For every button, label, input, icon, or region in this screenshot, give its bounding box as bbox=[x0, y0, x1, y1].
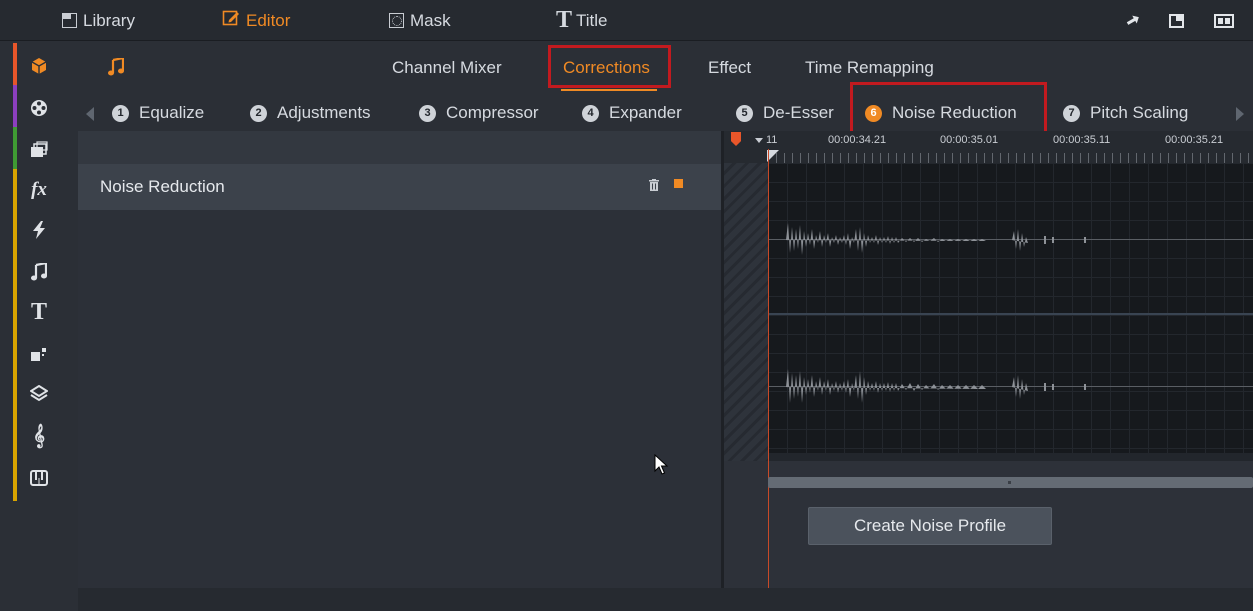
tab-mask-label: Mask bbox=[410, 10, 451, 30]
left-toolbar: fx T 𝄞 bbox=[0, 41, 78, 611]
audio-waveform bbox=[768, 223, 1253, 403]
subtab-corrections[interactable]: Corrections bbox=[563, 58, 650, 78]
channel-separator bbox=[768, 313, 1253, 315]
top-tab-bar: Library Editor Mask T Title bbox=[0, 0, 1253, 41]
clips-stack-icon[interactable] bbox=[26, 137, 52, 163]
create-noise-profile-button[interactable]: Create Noise Profile bbox=[808, 507, 1052, 545]
app-window: Library Editor Mask T Title fx T 𝄞 Chann… bbox=[0, 0, 1253, 611]
step-label: Adjustments bbox=[277, 103, 371, 122]
step-number-badge: 6 bbox=[865, 104, 882, 122]
mouse-cursor-icon bbox=[654, 453, 670, 481]
piano-keys-icon[interactable] bbox=[26, 465, 52, 491]
pre-roll-hatch bbox=[724, 163, 768, 461]
tab-library-label: Library bbox=[83, 10, 135, 30]
step-compressor[interactable]: 3 Compressor bbox=[419, 95, 539, 131]
scroll-right-arrow-icon[interactable] bbox=[1236, 107, 1244, 121]
film-reel-icon[interactable] bbox=[26, 95, 52, 121]
fx-icon[interactable]: fx bbox=[26, 177, 52, 203]
step-adjustments[interactable]: 2 Adjustments bbox=[250, 95, 371, 131]
step-number-badge: 4 bbox=[582, 104, 599, 122]
subtab-channel-mixer[interactable]: Channel Mixer bbox=[392, 58, 502, 78]
title-T-icon: T bbox=[556, 7, 573, 33]
pixel-shapes-icon[interactable] bbox=[26, 341, 52, 367]
tab-mask[interactable]: Mask bbox=[389, 0, 451, 41]
correction-steps: 1 Equalize 2 Adjustments 3 Compressor 4 … bbox=[78, 95, 1253, 131]
subtab-time-remapping[interactable]: Time Remapping bbox=[805, 58, 934, 78]
playhead-line[interactable] bbox=[768, 149, 769, 611]
timecode-label: 00:00:34.21 bbox=[828, 134, 887, 146]
step-equalize[interactable]: 1 Equalize bbox=[112, 95, 204, 131]
category-stripe-yellow bbox=[13, 169, 17, 501]
list-icon bbox=[62, 13, 77, 28]
lightning-icon[interactable] bbox=[26, 217, 52, 243]
bottom-status-strip bbox=[78, 588, 1253, 611]
swap-icon[interactable] bbox=[1124, 0, 1142, 41]
timeline-scrollbar[interactable] bbox=[768, 477, 1253, 488]
tab-library[interactable]: Library bbox=[62, 0, 135, 41]
step-expander[interactable]: 4 Expander bbox=[582, 95, 682, 131]
effect-row[interactable]: Noise Reduction bbox=[78, 164, 721, 210]
effect-active-indicator[interactable] bbox=[674, 179, 683, 188]
dropdown-triangle-icon[interactable] bbox=[755, 138, 763, 143]
panel-header-band bbox=[78, 131, 721, 164]
step-number-badge: 5 bbox=[736, 104, 753, 122]
edit-icon bbox=[222, 9, 240, 32]
timecode-label: 00:00:35.01 bbox=[940, 134, 999, 146]
step-label: Expander bbox=[609, 103, 682, 122]
layers-icon[interactable] bbox=[26, 381, 52, 407]
corrections-underline bbox=[561, 89, 657, 91]
effect-name: Noise Reduction bbox=[100, 177, 225, 196]
trash-icon[interactable] bbox=[649, 178, 659, 191]
ruler-ticks bbox=[768, 153, 1253, 163]
step-number-badge: 3 bbox=[419, 104, 436, 122]
category-stripe-purple bbox=[13, 85, 17, 127]
tab-editor[interactable]: Editor bbox=[222, 0, 290, 41]
playhead-marker-icon[interactable] bbox=[731, 132, 741, 146]
popout-icon[interactable] bbox=[1168, 0, 1186, 41]
start-frame-label: 11 bbox=[766, 134, 778, 146]
tab-title[interactable]: T Title bbox=[556, 0, 608, 41]
waveform-bottom-band bbox=[768, 453, 1253, 461]
step-number-badge: 7 bbox=[1063, 104, 1080, 122]
category-stripe-orange bbox=[13, 43, 17, 85]
step-label: De-Esser bbox=[763, 103, 834, 122]
layout-icon[interactable] bbox=[1214, 0, 1234, 41]
timeline-ruler[interactable]: 11 00:00:34.21 00:00:35.01 00:00:35.11 0… bbox=[724, 131, 1253, 163]
step-label: Noise Reduction bbox=[892, 103, 1017, 122]
timecode-label: 00:00:35.21 bbox=[1165, 134, 1224, 146]
effect-panel: Noise Reduction bbox=[78, 131, 721, 611]
step-number-badge: 1 bbox=[112, 104, 129, 122]
step-number-badge: 2 bbox=[250, 104, 267, 122]
step-de-esser[interactable]: 5 De-Esser bbox=[736, 95, 834, 131]
tab-title-label: Title bbox=[576, 10, 608, 30]
step-noise-reduction[interactable]: 6 Noise Reduction bbox=[865, 95, 1017, 131]
text-icon[interactable]: T bbox=[26, 299, 52, 325]
mask-icon bbox=[389, 13, 404, 28]
waveform-display[interactable] bbox=[768, 163, 1253, 461]
step-pitch-scaling[interactable]: 7 Pitch Scaling bbox=[1063, 95, 1188, 131]
treble-clef-icon[interactable]: 𝄞 bbox=[26, 423, 52, 449]
music-note-icon[interactable] bbox=[26, 259, 52, 285]
subtab-effect[interactable]: Effect bbox=[708, 58, 751, 78]
step-label: Equalize bbox=[139, 103, 205, 122]
sub-tab-bar: Channel Mixer Corrections Effect Time Re… bbox=[78, 41, 1253, 95]
tab-editor-label: Editor bbox=[246, 10, 291, 30]
step-label: Compressor bbox=[446, 103, 539, 122]
step-label: Pitch Scaling bbox=[1090, 103, 1189, 122]
timecode-label: 00:00:35.11 bbox=[1053, 134, 1111, 146]
cube-icon[interactable] bbox=[26, 53, 52, 79]
category-stripe-green bbox=[13, 127, 17, 169]
audio-note-icon bbox=[108, 56, 125, 81]
